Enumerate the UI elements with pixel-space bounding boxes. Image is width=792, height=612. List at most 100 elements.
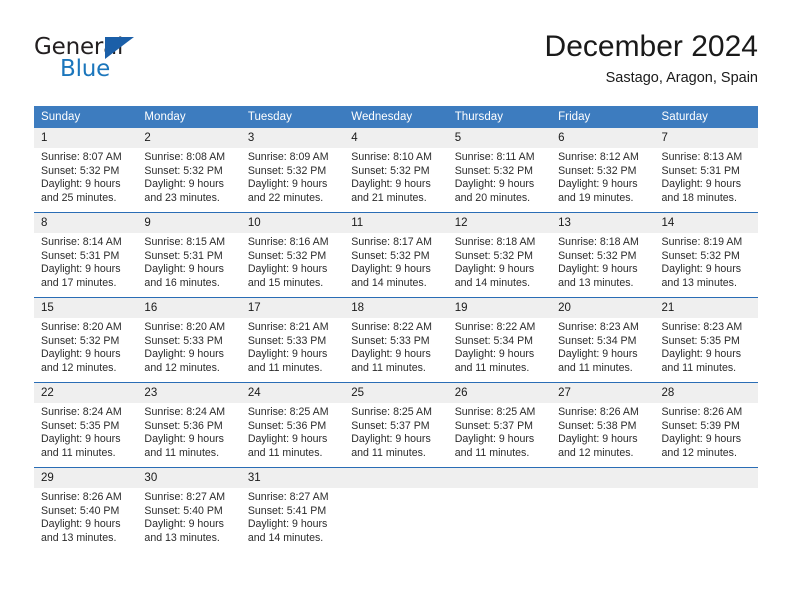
day-number: 15: [34, 298, 138, 318]
day-cell[interactable]: 3 Sunrise: 8:09 AM Sunset: 5:32 PM Daylight…: [240, 128, 345, 213]
daylight-text-line1: Daylight: 9 hours: [41, 433, 121, 446]
sunset-text: Sunset: 5:37 PM: [454, 419, 534, 432]
day-number: 11: [344, 213, 448, 233]
day-cell[interactable]: 23 Sunrise: 8:24 AM Sunset: 5:36 PM Dayligh…: [137, 382, 241, 468]
day-cell[interactable]: 1 Sunrise: 8:07 AM Sunset: 5:32 PM Daylight…: [34, 128, 138, 213]
sunrise-text: Sunrise: 8:20 AM: [41, 321, 122, 333]
day-number: 29: [34, 468, 138, 488]
day-cell[interactable]: 12 Sunrise: 8:18 AM Sunset: 5:32 PM Dayligh…: [447, 212, 552, 298]
daylight-text-line1: Daylight: 9 hours: [247, 178, 328, 191]
day-number: 21: [654, 298, 758, 318]
sunset-text: Sunset: 5:32 PM: [41, 164, 120, 177]
sunrise-text: Sunrise: 8:07 AM: [41, 151, 122, 163]
weekday-header-thursday: Thursday: [447, 106, 552, 128]
daylight-text-line2: and 21 minutes.: [351, 191, 427, 204]
daylight-text-line1: Daylight: 9 hours: [144, 518, 224, 531]
day-cell[interactable]: 29 Sunrise: 8:26 AM Sunset: 5:40 PM Dayligh…: [34, 467, 138, 552]
week-row: 29 Sunrise: 8:26 AM Sunset: 5:40 PM Dayligh…: [34, 467, 758, 552]
sunrise-text: Sunrise: 8:12 AM: [558, 151, 639, 163]
day-number: [654, 468, 758, 488]
day-number: 5: [447, 128, 552, 148]
sunrise-text: Sunrise: 8:14 AM: [41, 236, 122, 248]
day-number: 23: [137, 383, 241, 403]
day-details: Sunrise: 8:25 AM Sunset: 5:37 PM Daylight:…: [448, 403, 551, 460]
day-cell[interactable]: 4 Sunrise: 8:10 AM Sunset: 5:32 PM Daylight…: [344, 128, 448, 213]
generalblue-logo[interactable]: General Blue: [34, 34, 234, 92]
daylight-text-line2: and 13 minutes.: [41, 531, 117, 544]
day-details: [448, 488, 551, 491]
title-block: December 2024 Sastago, Aragon, Spain: [545, 28, 758, 88]
daylight-text-line2: and 14 minutes.: [351, 276, 427, 289]
day-cell[interactable]: 9 Sunrise: 8:15 AM Sunset: 5:31 PM Daylight…: [137, 212, 241, 298]
weekday-header-saturday: Saturday: [654, 106, 758, 128]
day-cell[interactable]: 26 Sunrise: 8:25 AM Sunset: 5:37 PM Dayligh…: [447, 382, 552, 468]
daylight-text-line1: Daylight: 9 hours: [661, 263, 742, 276]
daylight-text-line2: and 20 minutes.: [454, 191, 531, 204]
day-cell[interactable]: 11 Sunrise: 8:17 AM Sunset: 5:32 PM Dayligh…: [344, 212, 448, 298]
day-cell[interactable]: 2 Sunrise: 8:08 AM Sunset: 5:32 PM Daylight…: [137, 128, 241, 213]
day-cell[interactable]: 7 Sunrise: 8:13 AM Sunset: 5:31 PM Daylight…: [654, 128, 758, 213]
sunset-text: Sunset: 5:37 PM: [351, 419, 430, 432]
sunset-text: Sunset: 5:35 PM: [661, 334, 740, 347]
sunrise-text: Sunrise: 8:18 AM: [454, 236, 536, 248]
daylight-text-line1: Daylight: 9 hours: [144, 178, 224, 191]
daylight-text-line2: and 15 minutes.: [247, 276, 324, 289]
day-cell[interactable]: 31 Sunrise: 8:27 AM Sunset: 5:41 PM Dayligh…: [240, 467, 345, 552]
day-number: [447, 468, 552, 488]
day-cell[interactable]: 18 Sunrise: 8:22 AM Sunset: 5:33 PM Dayligh…: [344, 297, 448, 383]
day-cell[interactable]: 16 Sunrise: 8:20 AM Sunset: 5:33 PM Dayligh…: [137, 297, 241, 383]
day-details: Sunrise: 8:25 AM Sunset: 5:36 PM Daylight:…: [241, 403, 344, 460]
sunset-text: Sunset: 5:32 PM: [351, 249, 430, 262]
day-cell[interactable]: 5 Sunrise: 8:11 AM Sunset: 5:32 PM Daylight…: [447, 128, 552, 213]
day-cell[interactable]: 30 Sunrise: 8:27 AM Sunset: 5:40 PM Dayligh…: [137, 467, 241, 552]
day-cell[interactable]: 20 Sunrise: 8:23 AM Sunset: 5:34 PM Dayligh…: [551, 297, 655, 383]
sunset-text: Sunset: 5:36 PM: [144, 419, 223, 432]
sunrise-text: Sunrise: 8:15 AM: [144, 236, 226, 248]
daylight-text-line2: and 11 minutes.: [247, 446, 323, 459]
daylight-text-line1: Daylight: 9 hours: [351, 348, 431, 361]
calendar-header-row: Sunday Monday Tuesday Wednesday Thursday…: [34, 106, 758, 128]
sunset-text: Sunset: 5:40 PM: [144, 504, 223, 517]
day-cell[interactable]: 10 Sunrise: 8:16 AM Sunset: 5:32 PM Dayligh…: [240, 212, 345, 298]
daylight-text-line1: Daylight: 9 hours: [247, 433, 328, 446]
sunset-text: Sunset: 5:32 PM: [144, 164, 223, 177]
day-number: 7: [654, 128, 758, 148]
day-details: Sunrise: 8:10 AM Sunset: 5:32 PM Daylight:…: [344, 148, 447, 205]
daylight-text-line1: Daylight: 9 hours: [247, 263, 328, 276]
day-details: Sunrise: 8:12 AM Sunset: 5:32 PM Daylight:…: [551, 148, 654, 205]
day-cell[interactable]: 8 Sunrise: 8:14 AM Sunset: 5:31 PM Daylight…: [34, 212, 138, 298]
day-details: Sunrise: 8:25 AM Sunset: 5:37 PM Daylight:…: [344, 403, 447, 460]
day-details: Sunrise: 8:17 AM Sunset: 5:32 PM Daylight:…: [344, 233, 447, 290]
day-cell[interactable]: 27 Sunrise: 8:26 AM Sunset: 5:38 PM Dayligh…: [551, 382, 655, 468]
page-header: General Blue December 2024 Sastago, Arag…: [34, 28, 758, 100]
daylight-text-line1: Daylight: 9 hours: [454, 178, 535, 191]
day-cell[interactable]: 15 Sunrise: 8:20 AM Sunset: 5:32 PM Dayligh…: [34, 297, 138, 383]
day-number: 28: [654, 383, 758, 403]
day-cell[interactable]: 19 Sunrise: 8:22 AM Sunset: 5:34 PM Dayligh…: [447, 297, 552, 383]
daylight-text-line1: Daylight: 9 hours: [661, 433, 742, 446]
sunset-text: Sunset: 5:32 PM: [454, 249, 534, 262]
daylight-text-line2: and 13 minutes.: [558, 276, 634, 289]
day-cell[interactable]: 17 Sunrise: 8:21 AM Sunset: 5:33 PM Dayligh…: [240, 297, 345, 383]
sunrise-text: Sunrise: 8:09 AM: [247, 151, 329, 163]
daylight-text-line2: and 17 minutes.: [41, 276, 117, 289]
day-cell[interactable]: 24 Sunrise: 8:25 AM Sunset: 5:36 PM Dayligh…: [240, 382, 345, 468]
day-cell[interactable]: 13 Sunrise: 8:18 AM Sunset: 5:32 PM Dayligh…: [551, 212, 655, 298]
page-title: December 2024: [544, 30, 758, 63]
weekday-header-tuesday: Tuesday: [240, 106, 345, 128]
day-cell[interactable]: 22 Sunrise: 8:24 AM Sunset: 5:35 PM Dayligh…: [34, 382, 138, 468]
day-cell[interactable]: 14 Sunrise: 8:19 AM Sunset: 5:32 PM Dayligh…: [654, 212, 758, 298]
day-details: Sunrise: 8:22 AM Sunset: 5:33 PM Daylight:…: [344, 318, 447, 375]
daylight-text-line1: Daylight: 9 hours: [558, 348, 638, 361]
day-cell[interactable]: 6 Sunrise: 8:12 AM Sunset: 5:32 PM Daylight…: [551, 128, 655, 213]
day-cell[interactable]: 28 Sunrise: 8:26 AM Sunset: 5:39 PM Dayligh…: [654, 382, 758, 468]
sunset-text: Sunset: 5:32 PM: [41, 334, 120, 347]
sunset-text: Sunset: 5:33 PM: [144, 334, 223, 347]
daylight-text-line2: and 11 minutes.: [247, 361, 323, 374]
day-cell[interactable]: 21 Sunrise: 8:23 AM Sunset: 5:35 PM Dayligh…: [654, 297, 758, 383]
day-number: 13: [551, 213, 655, 233]
day-cell[interactable]: 25 Sunrise: 8:25 AM Sunset: 5:37 PM Dayligh…: [344, 382, 448, 468]
sunset-text: Sunset: 5:32 PM: [247, 249, 327, 262]
day-number: 17: [240, 298, 345, 318]
sunrise-sunset-calendar: Sunday Monday Tuesday Wednesday Thursday…: [34, 106, 758, 552]
